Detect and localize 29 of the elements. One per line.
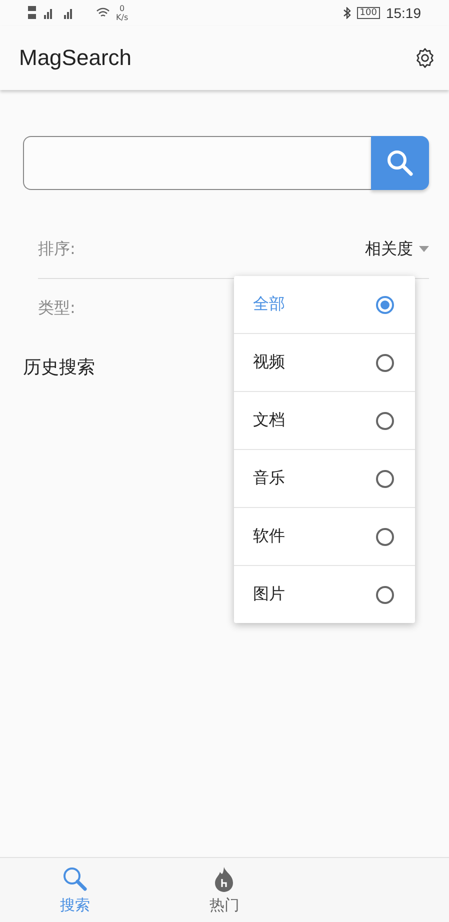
type-option[interactable]: 图片 <box>234 566 415 623</box>
bluetooth-icon <box>342 7 351 19</box>
filter-label: 排序: <box>38 238 76 260</box>
radio-icon <box>375 526 395 546</box>
type-option[interactable]: 音乐 <box>234 450 415 508</box>
radio-icon <box>375 584 395 604</box>
speed-value: 0 <box>120 4 125 13</box>
speed-unit: K/s <box>116 13 128 22</box>
search-icon <box>62 866 88 892</box>
radio-icon <box>375 294 395 314</box>
filter-label: 类型: <box>38 298 76 318</box>
search-field[interactable] <box>23 136 371 190</box>
radio-icon <box>375 352 395 372</box>
status-time: 15:19 <box>386 5 421 21</box>
type-option[interactable]: 软件 <box>234 508 415 566</box>
caret-icon <box>419 246 429 252</box>
sort-dropdown[interactable]: 相关度 <box>365 238 429 260</box>
radio-icon <box>375 468 395 488</box>
type-option[interactable]: 视频 <box>234 334 415 392</box>
type-option[interactable]: 文档 <box>234 392 415 450</box>
radio-icon <box>375 410 395 430</box>
app-title: MagSearch <box>19 45 132 71</box>
search-button[interactable] <box>371 136 429 190</box>
nav-tab[interactable]: 热门 <box>150 858 300 922</box>
settings-icon[interactable] <box>414 47 436 69</box>
search-icon <box>385 148 415 178</box>
history-title: 历史搜索 <box>23 357 95 378</box>
battery-level: 100 <box>356 7 380 19</box>
wifi-icon <box>96 7 110 19</box>
